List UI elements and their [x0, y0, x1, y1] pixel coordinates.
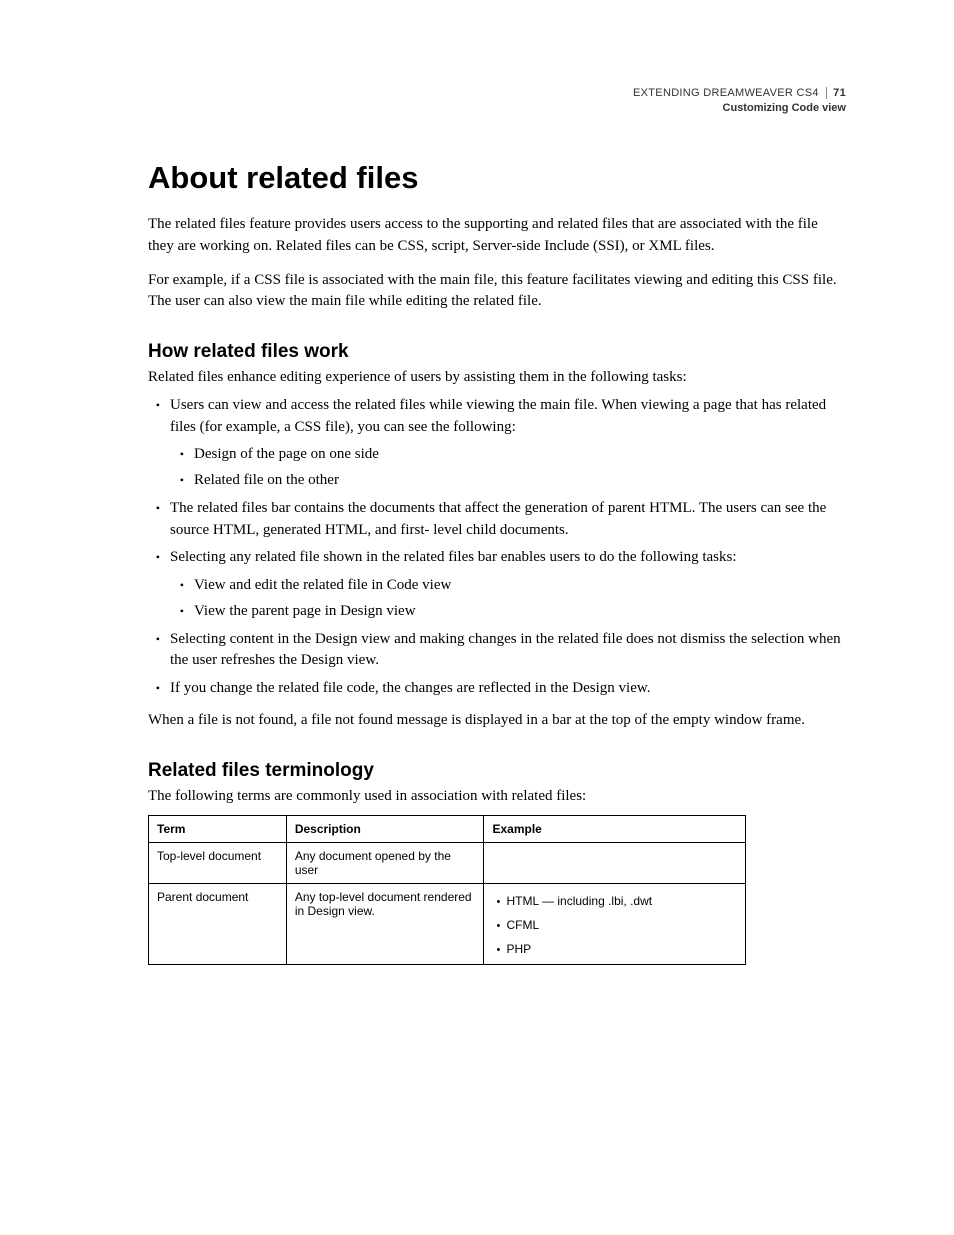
how-lead: Related files enhance editing experience…	[148, 367, 846, 389]
page-number: 71	[826, 87, 846, 99]
list-item: PHP	[506, 942, 737, 956]
terminology-table: Term Description Example Top-level docum…	[148, 815, 746, 965]
doc-title: EXTENDING DREAMWEAVER CS4	[633, 87, 819, 99]
table-row: Parent document Any top-level document r…	[149, 884, 746, 965]
intro-paragraph-1: The related files feature provides users…	[148, 214, 846, 258]
page-title: About related files	[148, 160, 846, 196]
list-item-text: Users can view and access the related fi…	[170, 397, 826, 435]
terminology-heading: Related files terminology	[148, 760, 846, 782]
list-item: HTML — including .lbi, .dwt	[506, 894, 737, 908]
cell-example	[484, 843, 746, 884]
table-row: Top-level document Any document opened b…	[149, 843, 746, 884]
list-item: View the parent page in Design view	[190, 601, 846, 623]
col-example: Example	[484, 816, 746, 843]
section-name: Customizing Code view	[633, 101, 846, 116]
list-item: Users can view and access the related fi…	[166, 395, 846, 492]
cell-desc: Any document opened by the user	[286, 843, 484, 884]
how-heading: How related files work	[148, 341, 846, 363]
cell-desc: Any top-level document rendered in Desig…	[286, 884, 484, 965]
running-header: EXTENDING DREAMWEAVER CS4 71 Customizing…	[633, 86, 846, 116]
list-item: Selecting any related file shown in the …	[166, 547, 846, 622]
list-item-text: Selecting any related file shown in the …	[170, 549, 737, 565]
page: EXTENDING DREAMWEAVER CS4 71 Customizing…	[0, 0, 954, 1235]
list-item: CFML	[506, 918, 737, 932]
terminology-lead: The following terms are commonly used in…	[148, 786, 846, 808]
list-item: Related file on the other	[190, 470, 846, 492]
cell-term: Top-level document	[149, 843, 287, 884]
table-header-row: Term Description Example	[149, 816, 746, 843]
list-item: The related files bar contains the docum…	[166, 498, 846, 542]
intro-paragraph-2: For example, if a CSS file is associated…	[148, 270, 846, 314]
list-item: If you change the related file code, the…	[166, 678, 846, 700]
example-list: HTML — including .lbi, .dwt CFML PHP	[492, 894, 737, 956]
col-term: Term	[149, 816, 287, 843]
col-description: Description	[286, 816, 484, 843]
list-item: Design of the page on one side	[190, 444, 846, 466]
how-list: Users can view and access the related fi…	[148, 395, 846, 700]
list-item: Selecting content in the Design view and…	[166, 629, 846, 673]
cell-example: HTML — including .lbi, .dwt CFML PHP	[484, 884, 746, 965]
how-tail: When a file is not found, a file not fou…	[148, 710, 846, 732]
cell-term: Parent document	[149, 884, 287, 965]
sub-list: Design of the page on one side Related f…	[170, 444, 846, 492]
list-item: View and edit the related file in Code v…	[190, 575, 846, 597]
sub-list: View and edit the related file in Code v…	[170, 575, 846, 623]
